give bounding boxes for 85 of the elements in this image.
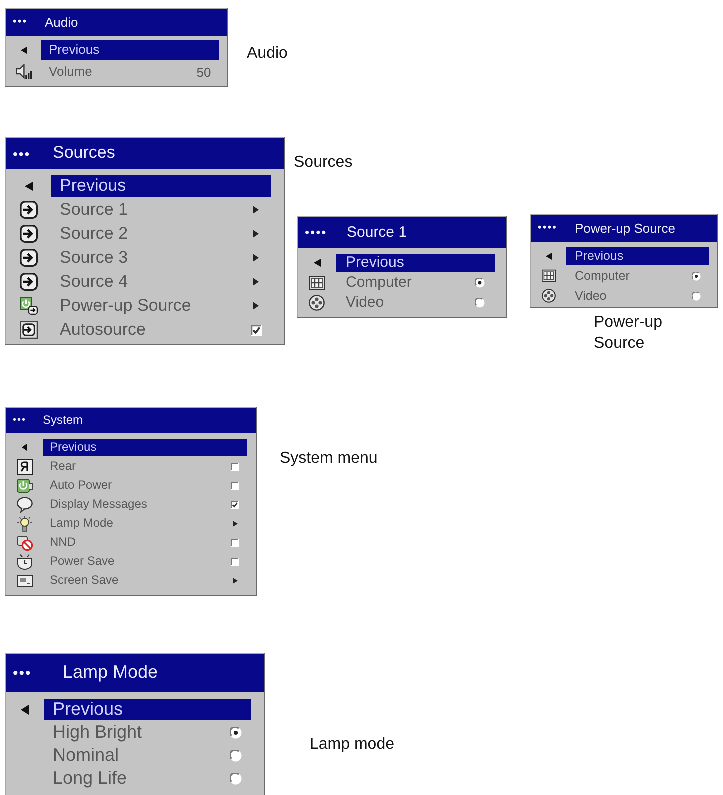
menu-item[interactable]: Computer [566, 267, 683, 285]
radio-button[interactable] [230, 726, 242, 738]
film-reel-icon [542, 289, 556, 303]
menu-title: Lamp Mode [63, 662, 160, 684]
radio-button[interactable] [692, 292, 700, 300]
left-triangle-icon [20, 46, 26, 54]
menu-item[interactable]: Previous [44, 699, 251, 720]
menu-item[interactable]: Power-up Source [51, 295, 241, 317]
timer-icon [16, 554, 32, 570]
menu-item[interactable]: Long Life [44, 768, 221, 789]
submenu-arrow-icon [253, 278, 259, 286]
checkbox[interactable] [231, 482, 239, 490]
menu-item[interactable]: Display Messages [43, 496, 223, 513]
menu-title: Audio [45, 14, 80, 30]
mirrored-r-icon [16, 458, 32, 474]
submenu-arrow-icon [253, 302, 259, 310]
menu-item[interactable]: Autosource [51, 319, 241, 341]
menu-item[interactable]: Power Save [43, 553, 223, 570]
checkbox[interactable] [250, 324, 262, 336]
menu-title: Sources [53, 143, 116, 164]
menu-item[interactable]: NND [43, 534, 223, 551]
menu-depth-dots: ••• [13, 146, 31, 160]
menu-item[interactable]: Screen Save [43, 572, 223, 589]
light-bulb-icon [16, 516, 32, 532]
power-icon [16, 478, 32, 494]
left-triangle-icon [314, 259, 320, 267]
menu-item[interactable]: Video [566, 287, 683, 305]
menu-title: System [43, 413, 84, 428]
checkbox[interactable] [231, 558, 239, 566]
radio-button[interactable] [230, 772, 242, 784]
radio-button[interactable] [230, 750, 242, 762]
power-input-icon [20, 297, 38, 315]
menu-item[interactable]: Previous [336, 254, 495, 272]
left-triangle-icon [22, 444, 27, 451]
menu-item[interactable]: Lamp Mode [43, 515, 223, 532]
caption: Audio [247, 44, 288, 64]
menu-item[interactable]: Source 2 [51, 223, 241, 245]
menu-title: Power-up Source [575, 220, 676, 236]
film-reel-icon [309, 295, 325, 311]
checkbox[interactable] [231, 538, 239, 546]
menu-item[interactable]: Source 1 [51, 199, 241, 221]
submenu-arrow-icon [253, 206, 259, 214]
menu-depth-dots: ••• [13, 666, 32, 680]
caption: System menu [280, 449, 378, 469]
menu-item[interactable]: Volume [41, 62, 189, 82]
radio-button[interactable] [475, 278, 485, 288]
menu-item[interactable]: Previous [566, 247, 709, 265]
menu-item[interactable]: Previous [41, 40, 219, 60]
speech-bubble-icon [16, 496, 32, 512]
radio-button[interactable] [692, 272, 700, 280]
menu-item[interactable]: Video [336, 294, 465, 312]
left-triangle-icon [24, 182, 32, 190]
volume-value: 50 [196, 64, 212, 80]
submenu-arrow-icon [253, 230, 259, 238]
menu-item[interactable]: Auto Power [43, 477, 223, 494]
menu-item[interactable]: Previous [51, 175, 271, 197]
submenu-arrow-icon [232, 578, 238, 584]
framed-input-icon [20, 321, 38, 339]
left-triangle-icon [546, 252, 552, 260]
submenu-arrow-icon [232, 520, 238, 526]
caption: Power-up Source [594, 313, 664, 354]
menu-item[interactable]: Rear [43, 458, 223, 475]
menu-item[interactable]: High Bright [44, 722, 221, 743]
menu-item[interactable]: Computer [336, 274, 465, 292]
menu-depth-dots: •••• [538, 223, 558, 234]
menu-depth-dots: ••• [13, 17, 28, 28]
monitor-icon [309, 275, 325, 291]
no-sign-icon [16, 534, 32, 550]
menu-item[interactable]: Source 4 [51, 271, 241, 293]
submenu-arrow-icon [253, 254, 259, 262]
menu-item[interactable]: Source 3 [51, 247, 241, 269]
caption: Lamp mode [310, 735, 394, 755]
speaker-icon [16, 64, 32, 80]
left-triangle-icon [21, 704, 29, 714]
menu-depth-dots: ••• [13, 416, 27, 426]
caption: Sources [294, 153, 353, 173]
screen-icon [16, 572, 32, 588]
checkbox[interactable] [231, 500, 239, 508]
monitor-icon [542, 269, 556, 283]
menu-item[interactable]: Nominal [44, 745, 221, 766]
checkbox[interactable] [231, 462, 239, 470]
menu-item[interactable]: Previous [43, 439, 247, 456]
menu-depth-dots: •••• [305, 226, 328, 239]
menu-title: Source 1 [347, 224, 408, 242]
radio-button[interactable] [475, 298, 485, 308]
